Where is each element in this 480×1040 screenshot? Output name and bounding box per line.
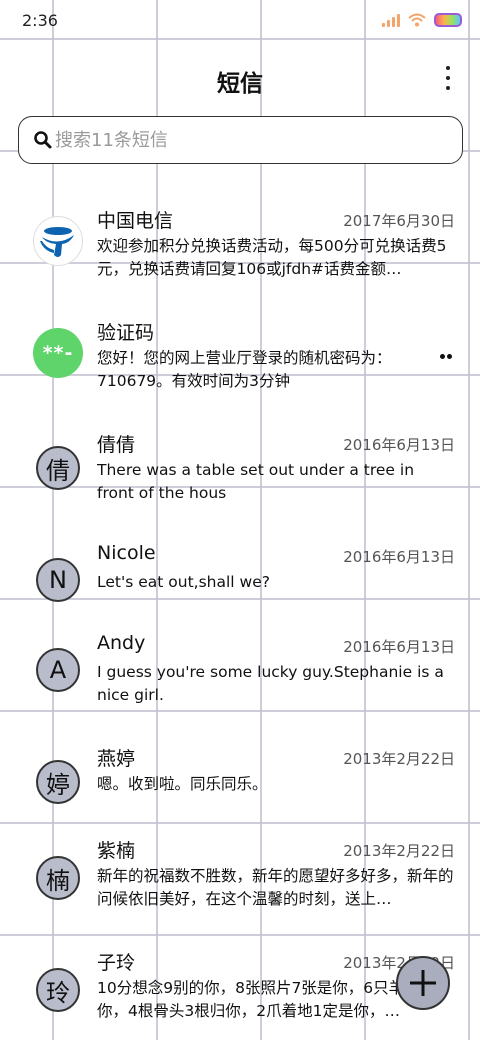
contact-avatar: 倩 [36,446,80,490]
message-item[interactable]: 倩 倩倩 2016年6月13日 There was a table set ou… [0,430,480,540]
more-vert-icon[interactable] [442,66,454,90]
sender-name: Andy [97,632,146,654]
signal-icon [382,13,400,27]
sender-name: 燕婷 [97,748,136,770]
wifi-icon [408,13,426,27]
sender-name: 紫楠 [97,840,136,862]
status-bar: 2:36 [0,0,480,44]
message-item[interactable]: 中国电信 2017年6月30日 欢迎参加积分兑换话费活动，每500分可兑换话费5… [0,206,480,316]
message-date: 2017年6月30日 [343,212,455,230]
sender-name: 子玲 [97,952,136,974]
message-snippet: I guess you're some lucky guy.Stephanie … [97,663,444,704]
contact-avatar: N [36,558,80,602]
sender-name: 倩倩 [97,434,136,456]
plus-icon [410,970,436,996]
china-telecom-logo-icon [33,216,83,266]
message-date: 2013年2月22日 [343,750,455,768]
contact-avatar: 婷 [36,760,80,804]
message-date: 2016年6月13日 [343,638,455,656]
sender-name: Nicole [97,542,156,564]
title-bar: 短信 [0,56,480,102]
message-date: 2013年2月22日 [343,842,455,860]
message-item[interactable]: 楠 紫楠 2013年2月22日 新年的祝福数不胜数，新年的愿望好多好多，新年的问… [0,836,480,946]
message-snippet: 欢迎参加积分兑换话费活动，每500分可兑换话费5元，兑换话费请回复106或jfd… [97,237,447,278]
contact-avatar: 楠 [36,856,80,900]
message-snippet: Let's eat out,shall we? [97,573,270,591]
message-snippet: 嗯。收到啦。同乐同乐。 [97,775,268,793]
sender-name: 中国电信 [97,210,174,232]
message-item[interactable]: A Andy 2016年6月13日 I guess you're some lu… [0,632,480,742]
battery-icon [434,13,462,27]
unread-indicator-icon [440,354,452,359]
status-time: 2:36 [22,11,58,30]
search-icon [34,131,52,149]
message-snippet: There was a table set out under a tree i… [97,461,415,502]
compose-button[interactable] [396,956,450,1010]
verification-code-avatar: **- [33,328,83,378]
contact-avatar: 玲 [36,968,80,1012]
search-input[interactable] [55,129,435,151]
sender-name: 验证码 [97,322,155,344]
status-icons [382,13,462,27]
contact-avatar: A [36,648,80,692]
message-snippet: 您好！您的网上营业厅登录的随机密码为：710679。有效时间为3分钟 [97,349,392,390]
page-title: 短信 [217,71,263,97]
message-item[interactable]: **- 验证码 您好！您的网上营业厅登录的随机密码为：710679。有效时间为3… [0,318,480,428]
message-date: 2016年6月13日 [343,436,455,454]
search-box[interactable] [18,116,463,164]
message-date: 2016年6月13日 [343,548,455,566]
message-snippet: 新年的祝福数不胜数，新年的愿望好多好多，新年的问候依旧美好，在这个温馨的时刻，送… [97,867,454,908]
